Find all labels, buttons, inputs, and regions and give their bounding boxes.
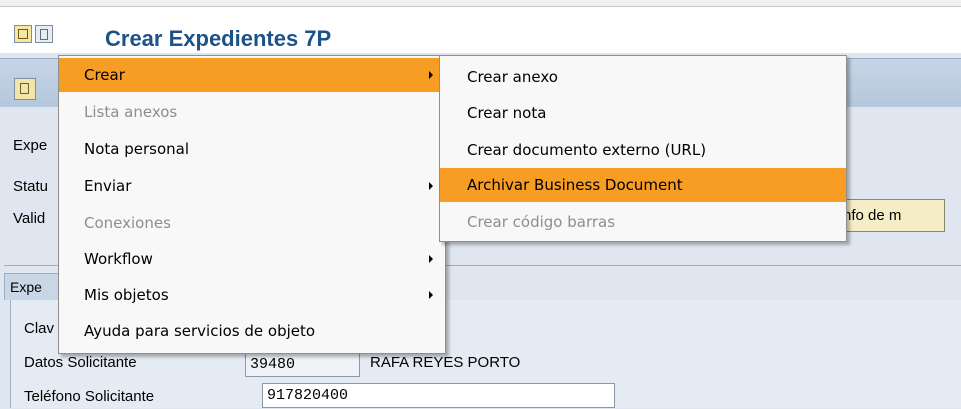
submenu-item-label: Crear código barras [467, 213, 616, 231]
submenu-item-crear-nota[interactable]: Crear nota [440, 96, 846, 130]
menu-item-mis-objetos[interactable]: Mis objetos [59, 278, 445, 312]
menu-item-ayuda-servicios-objeto[interactable]: Ayuda para servicios de objeto [59, 314, 445, 348]
menu-item-enviar[interactable]: Enviar [59, 169, 445, 203]
menu-item-label: Nota personal [84, 140, 190, 158]
submenu-item-label: Crear anexo [467, 68, 558, 86]
title-bar: Crear Expedientes 7P [0, 7, 961, 53]
datos-solicitante-name: RAFA REYES PORTO [370, 354, 521, 371]
label-valid: Valid [13, 210, 46, 227]
label-status: Statu [13, 178, 49, 195]
expediente-group-tab[interactable]: Expe [4, 273, 62, 300]
datos-solicitante-code-field[interactable]: 39480 [245, 352, 360, 377]
crear-submenu: Crear anexo Crear nota Crear documento e… [439, 55, 847, 242]
window-top-edge [0, 0, 961, 7]
menu-item-lista-anexos[interactable]: Lista anexos [59, 95, 445, 129]
submenu-arrow-icon [429, 182, 433, 190]
submenu-item-label: Archivar Business Document [467, 176, 683, 194]
submenu-item-label: Crear nota [467, 104, 547, 122]
menu-item-label: Enviar [84, 177, 132, 195]
back-icon[interactable] [14, 78, 36, 100]
submenu-item-crear-codigo-barras[interactable]: Crear código barras [440, 205, 846, 239]
submenu-arrow-icon [429, 71, 433, 79]
menu-item-crear[interactable]: Crear [59, 58, 445, 92]
submenu-item-archivar-business-document[interactable]: Archivar Business Document [440, 168, 846, 202]
label-datos-solicitante: Datos Solicitante [24, 354, 137, 371]
object-services-menu: Crear Lista anexos Nota personal Enviar … [58, 55, 446, 354]
document-icon[interactable] [35, 25, 53, 43]
page-title: Crear Expedientes 7P [105, 26, 332, 51]
submenu-item-crear-documento-externo[interactable]: Crear documento externo (URL) [440, 133, 846, 167]
menu-item-label: Lista anexos [84, 103, 178, 121]
menu-item-workflow[interactable]: Workflow [59, 242, 445, 276]
menu-item-conexiones[interactable]: Conexiones [59, 206, 445, 240]
label-clave: Clav [24, 320, 55, 337]
group-tab-label: Expe [10, 279, 42, 295]
menu-item-nota-personal[interactable]: Nota personal [59, 132, 445, 166]
menu-item-label: Ayuda para servicios de objeto [84, 322, 316, 340]
label-expediente: Expe [13, 137, 48, 154]
submenu-item-label: Crear documento externo (URL) [467, 141, 707, 159]
telefono-solicitante-field[interactable]: 917820400 [262, 383, 615, 408]
submenu-arrow-icon [429, 255, 433, 263]
object-services-icon[interactable] [14, 25, 32, 43]
label-telefono-solicitante: Teléfono Solicitante [24, 388, 155, 405]
menu-item-label: Mis objetos [84, 286, 169, 304]
info-button[interactable]: nfo de m [838, 199, 945, 232]
menu-item-label: Workflow [84, 250, 153, 268]
submenu-arrow-icon [429, 291, 433, 299]
menu-item-label: Crear [84, 66, 125, 84]
title-icon-group [14, 25, 53, 43]
submenu-item-crear-anexo[interactable]: Crear anexo [440, 60, 846, 94]
menu-item-label: Conexiones [84, 214, 171, 232]
